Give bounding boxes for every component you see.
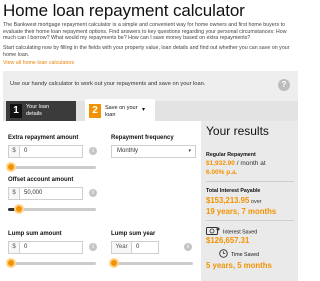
lump-sum-year-value: 0 [136, 244, 140, 250]
total-interest-label: Total Interest Payable [206, 188, 261, 194]
lump-sum-amount-slider-handle[interactable] [6, 258, 16, 268]
interest-saved-value: $126,657.31 [206, 236, 250, 245]
dollar-prefix: $ [9, 242, 20, 253]
lump-sum-amount-label: Lump sum amount [8, 231, 62, 237]
offset-account-slider-handle[interactable] [14, 204, 24, 214]
panel-header-text: Use our handy calculator to work out you… [10, 81, 206, 87]
offset-account-value: 50,000 [24, 190, 43, 196]
info-icon[interactable]: i [89, 189, 97, 197]
tab-number: 2 [89, 104, 101, 118]
chevron-down-icon: ▾ [142, 107, 146, 113]
repayment-frequency-value: Monthly [117, 148, 139, 154]
results-title: Your results [206, 124, 269, 138]
lump-sum-amount-input[interactable]: $ 0 [8, 241, 83, 254]
tab-label: Save on your loan [105, 105, 138, 118]
year-prefix: Year [112, 242, 132, 253]
lump-sum-amount-slider-track[interactable] [8, 262, 96, 265]
tab-bar: 1 Your loan details 2 Save on your loan … [3, 99, 298, 121]
savings-form: Extra repayment amount $ 0 i Repayment f… [3, 121, 201, 281]
extra-repayment-input[interactable]: $ 0 [8, 145, 83, 158]
clock-icon [219, 249, 228, 260]
regular-repayment-value: $1,932.90 [206, 160, 235, 167]
divider [206, 220, 294, 221]
tab-save-on-loan[interactable]: 2 Save on your loan ▾ [85, 99, 155, 121]
regular-repayment-line: $1,932.90 / month at [206, 160, 266, 167]
interest-rate: 6.00% p.a. [206, 169, 238, 176]
total-interest-line: $153,213.95 over [206, 196, 262, 205]
time-saved-label: Time Saved [231, 251, 260, 258]
total-interest-over: over [249, 199, 262, 205]
tab-label: Your loan details [26, 104, 50, 117]
lump-sum-year-input[interactable]: Year 0 [111, 241, 159, 254]
intro-text-2: Start calculating now by filling in the … [3, 45, 290, 58]
extra-repayment-value: 0 [24, 148, 28, 154]
extra-repayment-slider-handle[interactable] [6, 162, 16, 172]
dollar-prefix: $ [9, 188, 20, 199]
time-saved-row: Time Saved [219, 249, 259, 260]
dollar-prefix: $ [9, 146, 20, 157]
lump-sum-year-label: Lump sum year [111, 231, 156, 237]
extra-repayment-slider-track[interactable] [8, 166, 96, 169]
info-icon[interactable]: i [184, 243, 192, 251]
repayment-frequency-select[interactable]: Monthly ▾ [111, 145, 196, 158]
calculator-panel: Use our handy calculator to work out you… [3, 71, 298, 281]
lump-sum-year-slider-handle[interactable] [109, 258, 119, 268]
info-icon[interactable]: i [89, 147, 97, 155]
chevron-down-icon: ▾ [188, 148, 191, 154]
time-saved-value: 5 years, 5 months [206, 261, 272, 270]
help-icon[interactable]: ? [278, 79, 290, 91]
loan-term: 19 years, 7 months [206, 207, 277, 216]
intro-text: The Bankwest mortgage repayment calculat… [3, 22, 287, 42]
results-panel: Your results Regular Repayment $1,932.90… [201, 121, 298, 281]
extra-repayment-label: Extra repayment amount [8, 135, 79, 141]
lump-sum-amount-value: 0 [24, 244, 28, 250]
info-icon[interactable]: i [89, 243, 97, 251]
offset-account-input[interactable]: $ 50,000 [8, 187, 83, 200]
regular-repayment-suffix: / month at [234, 160, 266, 167]
tab-loan-details[interactable]: 1 Your loan details [6, 101, 76, 121]
lump-sum-year-slider-track[interactable] [111, 262, 193, 265]
regular-repayment-label: Regular Repayment [206, 152, 256, 158]
panel-header: Use our handy calculator to work out you… [3, 71, 298, 101]
all-calculators-link[interactable]: View all home loan calculators [3, 60, 74, 66]
page-title: Home loan repayment calculator [3, 1, 245, 20]
offset-account-label: Offset account amount [8, 177, 74, 183]
total-interest-value: $153,213.95 [206, 196, 250, 205]
divider [206, 181, 294, 182]
tab-number: 1 [10, 104, 22, 118]
interest-saved-label: Interest Saved [223, 229, 258, 236]
repayment-frequency-label: Repayment frequency [111, 135, 174, 141]
